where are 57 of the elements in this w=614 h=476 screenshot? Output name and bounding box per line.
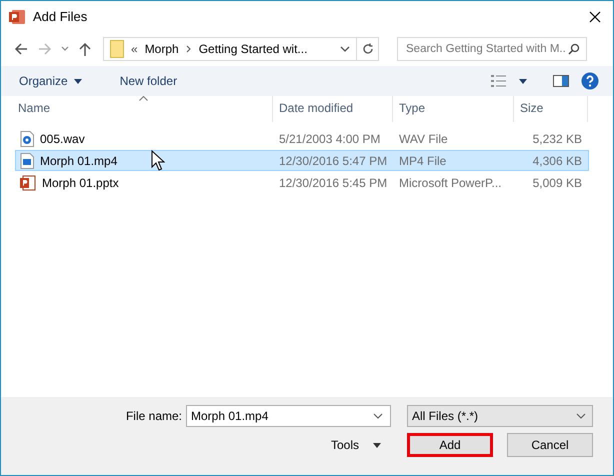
file-name: Morph 01.pptx <box>42 176 119 190</box>
file-row[interactable]: 005.wav 5/21/2003 4:00 PM WAV File 5,232 KB <box>15 128 589 149</box>
video-file-icon <box>20 152 34 168</box>
file-name-field[interactable]: Morph 01.mp4 <box>186 405 391 427</box>
file-name-label: File name: <box>126 409 182 423</box>
chevron-right-icon[interactable] <box>186 45 192 53</box>
breadcrumb-item[interactable]: Getting Started wit... <box>198 42 308 56</box>
type-cell-text: Microsoft PowerP... <box>398 176 502 190</box>
preview-pane-icon[interactable] <box>553 75 569 87</box>
size-cell-text: 5,009 KB <box>532 176 583 190</box>
chevron-down-icon[interactable] <box>373 413 383 419</box>
refresh-button[interactable] <box>357 37 379 61</box>
caret-icon <box>74 78 82 84</box>
mouse-cursor-icon <box>151 150 165 172</box>
tools-button[interactable]: Tools <box>324 437 387 453</box>
file-row[interactable]: Morph 01.pptx 12/30/2016 5:45 PM Microsoft PowerP... 5,009 KB <box>15 172 589 193</box>
folder-icon <box>110 40 124 58</box>
new-folder-button[interactable]: New folder <box>112 72 186 90</box>
date-cell-text: 12/30/2016 5:47 PM <box>278 154 388 168</box>
search-field[interactable]: Search Getting Started with M... <box>397 37 587 61</box>
column-header[interactable]: Date modified <box>273 96 393 122</box>
chevron-down-icon[interactable] <box>340 45 350 53</box>
close-icon[interactable] <box>589 10 601 22</box>
audio-file-icon <box>20 130 34 146</box>
size-cell-text: 4,306 KB <box>532 154 583 168</box>
view-options-icon[interactable] <box>491 74 507 88</box>
chevron-down-icon[interactable] <box>61 45 69 53</box>
help-icon[interactable] <box>581 72 599 90</box>
dialog-button[interactable]: Cancel <box>507 433 593 457</box>
file-row[interactable]: Morph 01.mp4 12/30/2016 5:47 PM MP4 File 4,306 KB <box>15 150 589 171</box>
file-type-dropdown[interactable]: All Files (*.*) <box>407 405 593 427</box>
back-icon[interactable] <box>13 41 29 57</box>
window-title: Add Files <box>33 9 88 24</box>
app-icon <box>9 8 25 24</box>
date-cell-text: 12/30/2016 5:45 PM <box>278 176 388 190</box>
address-bar[interactable]: « Morph Getting Started wit... <box>103 37 357 61</box>
caret-icon <box>373 442 381 448</box>
presentation-file-icon <box>20 174 36 190</box>
column-header[interactable]: Name <box>1 96 273 122</box>
dialog-button[interactable]: Add <box>407 433 493 457</box>
size-cell-text: 5,232 KB <box>532 132 583 146</box>
caret-icon[interactable] <box>519 78 527 84</box>
chevron-down-icon <box>576 413 586 419</box>
search-icon <box>568 43 580 55</box>
column-header[interactable]: Type <box>393 96 514 122</box>
type-cell-text: MP4 File <box>398 154 448 168</box>
file-name: Morph 01.mp4 <box>40 154 118 168</box>
sort-icon <box>139 96 148 101</box>
up-icon[interactable] <box>77 41 93 57</box>
file-name: 005.wav <box>40 132 85 146</box>
column-header[interactable]: Size <box>514 96 588 122</box>
breadcrumb-item[interactable]: Morph <box>144 42 179 56</box>
breadcrumb-overflow[interactable]: « <box>131 42 138 56</box>
refresh-icon <box>362 43 374 55</box>
organize-button[interactable]: Organize <box>11 72 90 90</box>
type-cell-text: WAV File <box>398 132 449 146</box>
date-cell-text: 5/21/2003 4:00 PM <box>278 132 382 146</box>
